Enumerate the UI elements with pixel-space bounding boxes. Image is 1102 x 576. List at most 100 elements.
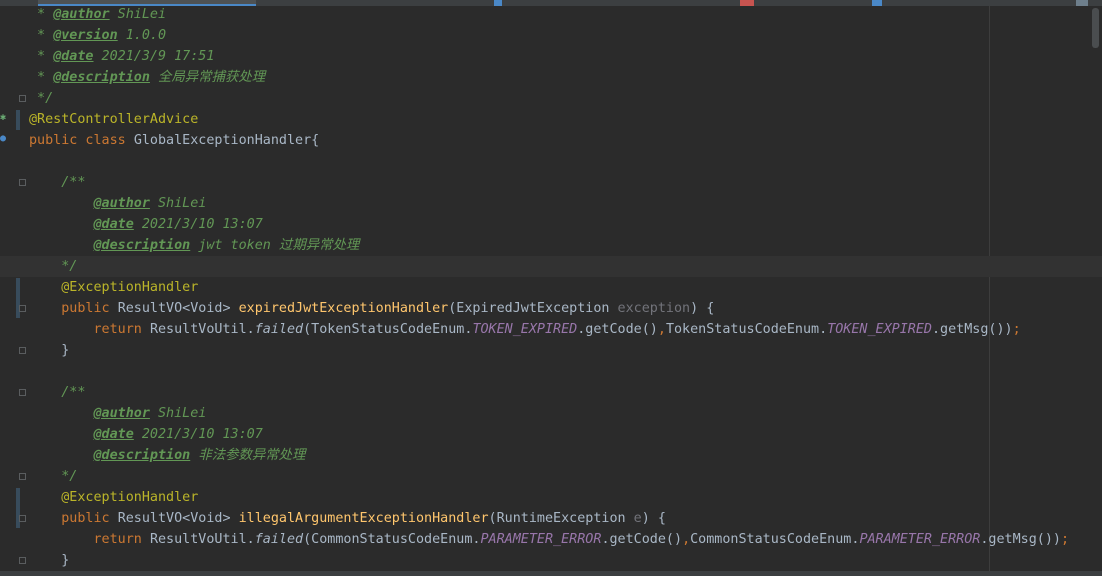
- code-line[interactable]: @date 2021/3/10 13:07: [29, 424, 263, 445]
- code-token-static: PARAMETER_ERROR: [480, 532, 602, 547]
- fold-toggle-icon[interactable]: [19, 179, 26, 186]
- code-line[interactable]: * @author ShiLei: [29, 4, 166, 25]
- code-token-ident: .getCode(): [577, 322, 658, 337]
- vcs-change-marker[interactable]: [16, 110, 20, 130]
- code-token-ident: ) {: [690, 301, 715, 316]
- code-token-doc: ShiLei: [149, 406, 207, 421]
- code-line[interactable]: }: [29, 550, 69, 571]
- fold-toggle-icon[interactable]: [19, 557, 26, 564]
- implementation-icon[interactable]: ●: [0, 133, 6, 145]
- code-token-static: TOKEN_EXPIRED: [827, 322, 932, 337]
- code-line[interactable]: @author ShiLei: [29, 403, 207, 424]
- code-token-doc: /**: [29, 175, 86, 190]
- code-token-ident: .getCode(): [601, 532, 683, 547]
- code-token-ident: ResultVoUtil.: [149, 322, 255, 337]
- code-token-kw: return: [29, 532, 150, 547]
- code-token-punct: ,: [682, 532, 691, 547]
- code-line[interactable]: * @date 2021/3/9 17:51: [29, 46, 214, 67]
- fold-toggle-icon[interactable]: [19, 347, 26, 354]
- code-token-kw: return: [29, 322, 150, 337]
- code-token-ann: @ExceptionHandler: [29, 280, 199, 295]
- code-token-tag: @version: [53, 28, 118, 43]
- code-token-doc: [29, 238, 94, 253]
- code-token-doc: *: [29, 49, 54, 64]
- code-editor[interactable]: ✱ ● * @author ShiLei * @version 1.0.0 * …: [0, 0, 1102, 576]
- vcs-change-marker[interactable]: [16, 278, 20, 318]
- code-line[interactable]: public ResultVO<Void> illegalArgumentExc…: [29, 508, 666, 529]
- code-line[interactable]: @description jwt token 过期异常处理: [29, 235, 360, 256]
- code-token-tag: @author: [53, 7, 110, 22]
- code-token-tag: @description: [93, 448, 191, 463]
- code-token-doc: 1.0.0: [117, 28, 167, 43]
- code-token-ident: }: [29, 553, 70, 568]
- code-line[interactable]: return ResultVoUtil.failed(TokenStatusCo…: [29, 319, 1021, 340]
- code-line[interactable]: */: [29, 88, 53, 109]
- vertical-scrollbar-thumb[interactable]: [1092, 8, 1099, 48]
- code-line[interactable]: @date 2021/3/10 13:07: [29, 214, 263, 235]
- code-line[interactable]: @ExceptionHandler: [29, 487, 198, 508]
- code-token-ident: GlobalExceptionHandler{: [133, 133, 320, 148]
- fold-toggle-icon[interactable]: [19, 95, 26, 102]
- code-token-doc: 2021/3/9 17:51: [93, 49, 215, 64]
- vcs-change-marker[interactable]: [16, 488, 20, 528]
- code-line[interactable]: }: [29, 340, 69, 361]
- code-line[interactable]: */: [29, 466, 77, 487]
- code-token-ident: CommonStatusCodeEnum.: [690, 532, 860, 547]
- fold-toggle-icon[interactable]: [19, 515, 26, 522]
- code-token-statcall: failed: [254, 322, 304, 337]
- code-token-ident: (CommonStatusCodeEnum.: [303, 532, 481, 547]
- code-token-ident: ResultVoUtil.: [149, 532, 255, 547]
- code-token-fn: illegalArgumentExceptionHandler: [238, 511, 489, 526]
- code-token-tag: @description: [53, 70, 150, 85]
- code-token-doc: jwt token 过期异常处理: [190, 238, 360, 253]
- code-line[interactable]: @ExceptionHandler: [29, 277, 198, 298]
- code-token-ident: }: [29, 343, 70, 358]
- fold-toggle-icon[interactable]: [19, 473, 26, 480]
- code-token-doc: 非法参数异常处理: [190, 448, 306, 463]
- code-token-kw: public: [29, 511, 118, 526]
- code-line[interactable]: * @version 1.0.0: [29, 25, 166, 46]
- code-token-ident: ResultVO<Void>: [117, 301, 239, 316]
- code-token-doc: *: [29, 28, 54, 43]
- code-token-doc: 2021/3/10 13:07: [133, 427, 263, 442]
- code-token-doc: ShiLei: [109, 7, 167, 22]
- code-token-fn: expiredJwtExceptionHandler: [238, 301, 449, 316]
- code-token-tag: @date: [93, 427, 134, 442]
- code-line[interactable]: * @description 全局异常捕获处理: [29, 67, 265, 88]
- bean-icon[interactable]: ✱: [0, 112, 6, 124]
- code-token-statcall: failed: [254, 532, 304, 547]
- code-token-doc: [29, 217, 94, 232]
- code-token-doc: [29, 196, 94, 211]
- code-line[interactable]: @description 非法参数异常处理: [29, 445, 306, 466]
- code-line[interactable]: @RestControllerAdvice: [29, 109, 198, 130]
- code-line[interactable]: /**: [29, 382, 85, 403]
- line-gutter[interactable]: [0, 6, 28, 576]
- code-token-doc: /**: [29, 385, 86, 400]
- code-line[interactable]: return ResultVoUtil.failed(CommonStatusC…: [29, 529, 1069, 550]
- code-line[interactable]: /**: [29, 172, 85, 193]
- code-area[interactable]: * @author ShiLei * @version 1.0.0 * @dat…: [0, 4, 1102, 576]
- code-token-param: e: [633, 511, 642, 526]
- code-line[interactable]: */: [0, 256, 1102, 277]
- code-token-doc: 2021/3/10 13:07: [133, 217, 263, 232]
- code-token-ann: @ExceptionHandler: [29, 490, 199, 505]
- code-token-doc: 全局异常捕获处理: [149, 70, 266, 85]
- code-token-tag: @description: [93, 238, 191, 253]
- code-token-doc: [29, 427, 94, 442]
- code-token-ident: .getMsg()): [932, 322, 1013, 337]
- code-token-static: TOKEN_EXPIRED: [472, 322, 578, 337]
- code-token-ident: (ExpiredJwtException: [448, 301, 618, 316]
- code-token-punct: ;: [1012, 322, 1021, 337]
- horizontal-scrollbar[interactable]: [0, 571, 1102, 576]
- code-token-tag: @date: [93, 217, 134, 232]
- code-token-ident: (RuntimeException: [488, 511, 634, 526]
- fold-toggle-icon[interactable]: [19, 389, 26, 396]
- fold-toggle-icon[interactable]: [19, 305, 26, 312]
- code-line[interactable]: @author ShiLei: [29, 193, 207, 214]
- code-token-kw: public class: [29, 133, 134, 148]
- code-token-doc: [29, 406, 94, 421]
- code-token-punct: ,: [657, 322, 666, 337]
- code-line[interactable]: public class GlobalExceptionHandler{: [29, 130, 319, 151]
- code-token-doc: *: [29, 7, 54, 22]
- code-line[interactable]: public ResultVO<Void> expiredJwtExceptio…: [29, 298, 714, 319]
